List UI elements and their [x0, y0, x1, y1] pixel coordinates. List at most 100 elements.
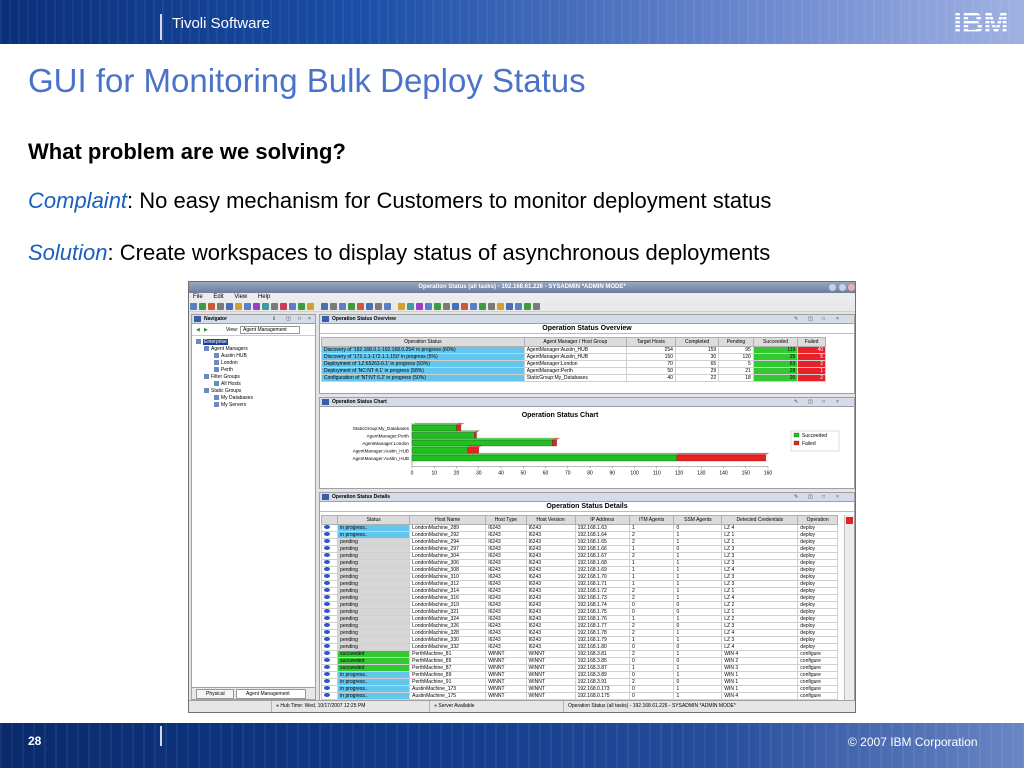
toolbar-button-icon[interactable]	[416, 303, 423, 310]
maximize-icon[interactable]: □	[822, 398, 825, 407]
toolbar-button-icon[interactable]	[398, 303, 405, 310]
minimize-icon[interactable]	[829, 284, 836, 291]
table-row[interactable]: in progress.. AustinMachine_173 WINNT WINNT…	[320, 685, 838, 693]
toolbar-button-icon[interactable]	[208, 303, 215, 310]
table-row[interactable]: Discovery of '192.168.0.1-192.168.0.254'…	[321, 346, 826, 354]
table-row[interactable]: pending LondonMachine_308 I6243 I6243 192.16…	[320, 566, 838, 574]
edit-icon[interactable]: ✎	[794, 493, 798, 502]
table-row[interactable]: Configuration of 'NT:NT 6.2' in progress…	[321, 374, 826, 382]
overview-column-header[interactable]: Target Hosts	[625, 337, 676, 347]
table-row[interactable]: succeeded PerthMachine_81 WINNT WINNT 192.16…	[320, 650, 838, 658]
table-row[interactable]: pending LondonMachine_321 I6243 I6243 192.16…	[320, 608, 838, 616]
split-icon[interactable]: ◫	[808, 493, 813, 502]
tree-item-enterprise[interactable]: Enterprise	[196, 339, 228, 346]
toolbar-button-icon[interactable]	[506, 303, 513, 310]
toolbar-button-icon[interactable]	[515, 303, 522, 310]
tree-item-my-databases[interactable]: My Databases	[214, 395, 253, 402]
table-row[interactable]: pending LondonMachine_306 I6243 I6243 192.16…	[320, 559, 838, 567]
details-column-header[interactable]: IP Address	[574, 515, 630, 525]
toolbar-button-icon[interactable]	[262, 303, 269, 310]
toolbar-button-icon[interactable]	[375, 303, 382, 310]
table-row[interactable]: pending LondonMachine_314 I6243 I6243 192.16…	[320, 587, 838, 595]
toolbar-button-icon[interactable]	[384, 303, 391, 310]
menu-help[interactable]: Help	[258, 294, 270, 300]
table-row[interactable]: Deployment of 'NC:NT 4.1' in progress (5…	[321, 367, 826, 375]
toolbar-button-icon[interactable]	[330, 303, 337, 310]
split-icon[interactable]: ◫	[808, 398, 813, 407]
details-column-header[interactable]: ITM Agents	[628, 515, 675, 525]
toolbar-button-icon[interactable]	[271, 303, 278, 310]
toolbar-button-icon[interactable]	[407, 303, 414, 310]
toolbar-button-icon[interactable]	[357, 303, 364, 310]
toolbar-button-icon[interactable]	[524, 303, 531, 310]
table-row[interactable]: pending LondonMachine_312 I6243 I6243 192.16…	[320, 580, 838, 588]
toolbar-button-icon[interactable]	[452, 303, 459, 310]
tree-item-perth[interactable]: Perth	[214, 367, 233, 374]
menu-edit[interactable]: Edit	[213, 294, 223, 300]
details-column-header[interactable]	[320, 515, 339, 525]
details-column-header[interactable]: Status	[337, 515, 411, 525]
toolbar-button-icon[interactable]	[348, 303, 355, 310]
table-row[interactable]: pending LondonMachine_294 I6243 I6243 192.16…	[320, 538, 838, 546]
table-row[interactable]: pending LondonMachine_324 I6243 I6243 192.16…	[320, 615, 838, 623]
close-icon[interactable]: ×	[836, 493, 839, 502]
toolbar-button-icon[interactable]	[253, 303, 260, 310]
tab-agent-management[interactable]: Agent Management	[236, 689, 306, 699]
table-row[interactable]: in progress.. PerthMachine_91 WINNT WINNT 19…	[320, 678, 838, 686]
navigator-sync-icon[interactable]: ⇕	[272, 315, 276, 324]
table-row[interactable]: in progress.. PerthMachine_89 WINNT WINNT 19…	[320, 671, 838, 679]
toolbar-button-icon[interactable]	[488, 303, 495, 310]
close-icon[interactable]	[848, 284, 855, 291]
details-column-header[interactable]: Operation	[797, 515, 838, 525]
toolbar-button-icon[interactable]	[190, 303, 197, 310]
details-column-header[interactable]: SSM Agents	[673, 515, 723, 525]
edit-icon[interactable]: ✎	[794, 398, 798, 407]
toolbar-button-icon[interactable]	[443, 303, 450, 310]
table-row[interactable]: in progress.. LondonMachine_292 I6243 I6243…	[320, 531, 838, 539]
tree-item-london[interactable]: London	[214, 360, 238, 367]
table-row[interactable]: pending LondonMachine_319 I6243 I6243 192.16…	[320, 601, 838, 609]
toolbar-button-icon[interactable]	[280, 303, 287, 310]
tab-physical[interactable]: Physical	[196, 689, 234, 699]
toolbar-button-icon[interactable]	[366, 303, 373, 310]
tree-item-austin-hub[interactable]: Austin HUB	[214, 353, 247, 360]
menu-file[interactable]: File	[193, 294, 203, 300]
navigator-back-icon[interactable]: ◀	[196, 327, 200, 333]
details-scrollbar[interactable]	[844, 515, 854, 701]
table-row[interactable]: pending LondonMachine_304 I6243 I6243 192.16…	[320, 552, 838, 560]
split-icon[interactable]: ◫	[808, 315, 813, 324]
close-icon[interactable]: ×	[836, 398, 839, 407]
toolbar-button-icon[interactable]	[199, 303, 206, 310]
toolbar-button-icon[interactable]	[425, 303, 432, 310]
table-row[interactable]: succeeded PerthMachine_85 WINNT WINNT 192.16…	[320, 657, 838, 665]
table-row[interactable]: pending LondonMachine_316 I6243 I6243 192.16…	[320, 594, 838, 602]
overview-column-header[interactable]: Pending	[718, 337, 754, 347]
table-row[interactable]: pending LondonMachine_310 I6243 I6243 192.16…	[320, 573, 838, 581]
navigator-maximize-icon[interactable]: □	[298, 315, 301, 324]
tree-item-static-groups[interactable]: Static Groups	[204, 388, 241, 395]
overview-column-header[interactable]: Failed	[797, 337, 826, 347]
tree-item-all-hosts[interactable]: All Hosts	[214, 381, 241, 388]
toolbar-button-icon[interactable]	[470, 303, 477, 310]
tree-item-agent-managers[interactable]: Agent Managers	[204, 346, 248, 353]
toolbar-button-icon[interactable]	[321, 303, 328, 310]
toolbar-button-icon[interactable]	[479, 303, 486, 310]
table-row[interactable]: pending LondonMachine_326 I6243 I6243 192.16…	[320, 622, 838, 630]
overview-column-header[interactable]: Operation Status	[321, 337, 525, 347]
tree-item-filter-groups[interactable]: Filter Groups	[204, 374, 240, 381]
details-column-header[interactable]: Host Version	[525, 515, 576, 525]
table-row[interactable]: succeeded PerthMachine_87 WINNT WINNT 192.16…	[320, 664, 838, 672]
toolbar-button-icon[interactable]	[461, 303, 468, 310]
toolbar-button-icon[interactable]	[235, 303, 242, 310]
menu-view[interactable]: View	[234, 294, 247, 300]
details-column-header[interactable]: Detected Credentials	[721, 515, 799, 525]
toolbar-button-icon[interactable]	[497, 303, 504, 310]
navigator-split-icon[interactable]: ◫	[286, 315, 291, 324]
table-row[interactable]: pending LondonMachine_332 I6243 I6243 192.16…	[320, 643, 838, 651]
toolbar-button-icon[interactable]	[307, 303, 314, 310]
table-row[interactable]: Deployment of 'LZ:65263.6.1' in progress…	[321, 360, 826, 368]
toolbar-button-icon[interactable]	[289, 303, 296, 310]
toolbar-button-icon[interactable]	[226, 303, 233, 310]
table-row[interactable]: Discovery of '172.1.1-172.1.1.150' in pr…	[321, 353, 826, 361]
toolbar-button-icon[interactable]	[244, 303, 251, 310]
